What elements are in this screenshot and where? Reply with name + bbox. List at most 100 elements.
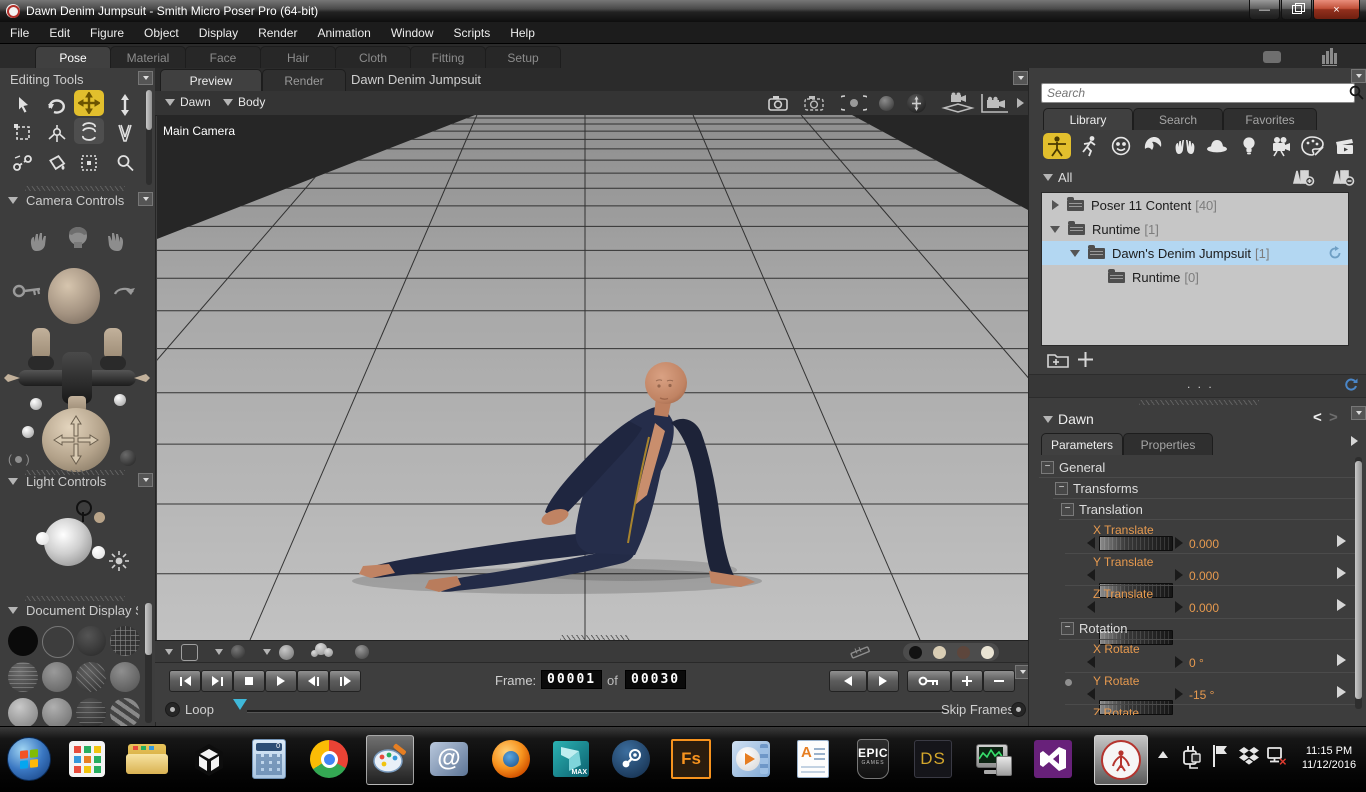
style-texture-wire[interactable] — [76, 698, 106, 726]
camera-roll-ball[interactable] — [22, 426, 34, 438]
translate-tool[interactable] — [74, 90, 104, 116]
figure-dropdown[interactable]: Dawn — [165, 95, 211, 109]
color-swatch-ground[interactable] — [981, 646, 994, 659]
tab-library[interactable]: Library — [1043, 108, 1133, 130]
tab-material[interactable]: Material — [110, 46, 186, 69]
morph-tool[interactable] — [74, 118, 104, 144]
category-cameras[interactable] — [1267, 133, 1295, 159]
face-camera-trackball[interactable] — [48, 268, 100, 324]
dial-name-z-translate[interactable]: Z Translate — [1093, 587, 1153, 601]
editing-tools-menu-button[interactable] — [138, 71, 153, 85]
general-collapse-box[interactable]: − — [1041, 461, 1054, 474]
dial-options-arrow[interactable] — [1337, 535, 1346, 547]
parameters-side-arrow[interactable] — [1351, 436, 1358, 446]
tab-cloth[interactable]: Cloth — [335, 46, 411, 69]
expand-icon[interactable] — [1052, 200, 1059, 210]
taskbar-visual-studio[interactable] — [1030, 735, 1076, 783]
menu-figure[interactable]: Figure — [80, 26, 134, 40]
toolbar-overflow-arrow[interactable] — [1017, 98, 1024, 108]
style-single-ball-icon[interactable] — [355, 645, 369, 659]
library-books-icon[interactable] — [1322, 48, 1337, 66]
rotate-camera-icon[interactable] — [112, 284, 138, 298]
dial-decrement[interactable] — [1087, 569, 1095, 581]
dial-decrement[interactable] — [1087, 656, 1095, 668]
delete-keyframe-button[interactable] — [983, 670, 1015, 692]
dial-value-y-rotate[interactable]: -15 ° — [1189, 688, 1214, 702]
category-poses[interactable] — [1075, 133, 1103, 159]
timeline-scrubber[interactable] — [233, 699, 247, 710]
add-item-icon[interactable] — [1077, 351, 1094, 368]
category-props[interactable] — [1203, 133, 1231, 159]
dial-name-z-rotate[interactable]: Z Rotate — [1093, 706, 1139, 715]
translate-in-out-tool[interactable] — [110, 92, 140, 118]
search-icon[interactable] — [1349, 85, 1364, 100]
viewport-drag-handle[interactable] — [560, 635, 630, 640]
dial-options-arrow[interactable] — [1337, 686, 1346, 698]
splitter-dots[interactable]: . . . — [1187, 377, 1214, 391]
taskbar-explorer[interactable] — [124, 735, 170, 783]
camera-controls-collapse-icon[interactable] — [8, 197, 18, 204]
style-flat-shaded[interactable] — [42, 662, 72, 692]
prev-keyframe-button[interactable] — [829, 670, 867, 692]
figure-style-ball-icon[interactable] — [231, 645, 245, 659]
collapse-icon[interactable] — [1070, 250, 1080, 257]
style-hidden-line[interactable] — [110, 626, 140, 656]
rotation-collapse-box[interactable]: − — [1061, 622, 1074, 635]
title-bar[interactable]: Dawn Denim Jumpsuit - Smith Micro Poser … — [0, 0, 1366, 22]
tab-preview[interactable]: Preview — [160, 69, 262, 91]
camera-frame-icon[interactable] — [979, 92, 1011, 114]
view-magnifier-tool[interactable] — [110, 150, 140, 176]
restore-button[interactable] — [1281, 0, 1312, 20]
parameters-scrollbar[interactable] — [1355, 457, 1362, 709]
minimize-button[interactable]: — — [1249, 0, 1280, 20]
dial-options-arrow[interactable] — [1337, 654, 1346, 666]
tray-expand-icon[interactable] — [1158, 751, 1168, 758]
light-dot-top[interactable] — [76, 500, 92, 516]
library-filter-dropdown[interactable]: All — [1043, 170, 1072, 185]
style-lit-wireframe[interactable] — [8, 662, 38, 692]
tab-setup[interactable]: Setup — [485, 46, 561, 69]
translation-collapse-box[interactable]: − — [1061, 503, 1074, 516]
refresh-icon[interactable] — [1328, 246, 1342, 260]
left-hand-camera-icon[interactable] — [26, 228, 52, 254]
dial-name-x-translate[interactable]: X Translate — [1093, 523, 1154, 537]
group-edit-tool[interactable] — [74, 150, 104, 176]
dial-value-y-translate[interactable]: 0.000 — [1189, 569, 1219, 583]
collapse-icon[interactable] — [1050, 226, 1060, 233]
tab-parameters[interactable]: Parameters — [1041, 433, 1123, 455]
chain-break-tool[interactable] — [8, 150, 38, 176]
light-sphere[interactable] — [44, 518, 92, 566]
color-tool[interactable] — [42, 150, 72, 176]
style-silhouette[interactable] — [8, 626, 38, 656]
twist-tool[interactable] — [42, 120, 72, 146]
dial-decrement[interactable] — [1087, 688, 1095, 700]
taskbar-steam[interactable] — [608, 735, 654, 783]
dial-increment[interactable] — [1175, 537, 1183, 549]
menu-object[interactable]: Object — [134, 26, 189, 40]
tree-row-runtime-child[interactable]: Runtime [0] — [1042, 265, 1348, 289]
taskbar-fuse[interactable]: Fs — [668, 735, 714, 783]
menu-edit[interactable]: Edit — [39, 26, 80, 40]
next-keyframe-button[interactable] — [867, 670, 899, 692]
tray-clock[interactable]: 11:15 PM 11/12/2016 — [1296, 744, 1362, 772]
category-figures[interactable] — [1043, 133, 1071, 159]
camera-scale-ball[interactable] — [114, 394, 126, 406]
menu-help[interactable]: Help — [500, 26, 545, 40]
taskbar-firefox[interactable] — [488, 735, 534, 783]
light-controls-menu-button[interactable] — [138, 473, 153, 487]
tab-favorites[interactable]: Favorites — [1223, 108, 1317, 130]
color-swatch-foreground[interactable] — [909, 646, 922, 659]
timeline-track[interactable] — [247, 710, 947, 712]
category-hands[interactable] — [1171, 133, 1199, 159]
right-hand-camera-icon[interactable] — [102, 228, 128, 254]
dial-name-y-rotate[interactable]: Y Rotate — [1093, 674, 1139, 688]
start-button[interactable] — [6, 735, 52, 783]
dial-increment[interactable] — [1175, 688, 1183, 700]
camera-controls-menu-button[interactable] — [138, 192, 153, 206]
tree-label[interactable]: Poser 11 Content — [1091, 198, 1191, 213]
stop-button[interactable] — [233, 670, 265, 692]
menu-window[interactable]: Window — [381, 26, 444, 40]
dial-name-y-translate[interactable]: Y Translate — [1093, 555, 1153, 569]
dial-options-arrow[interactable] — [1337, 599, 1346, 611]
doc-style-box-icon[interactable] — [181, 644, 198, 661]
